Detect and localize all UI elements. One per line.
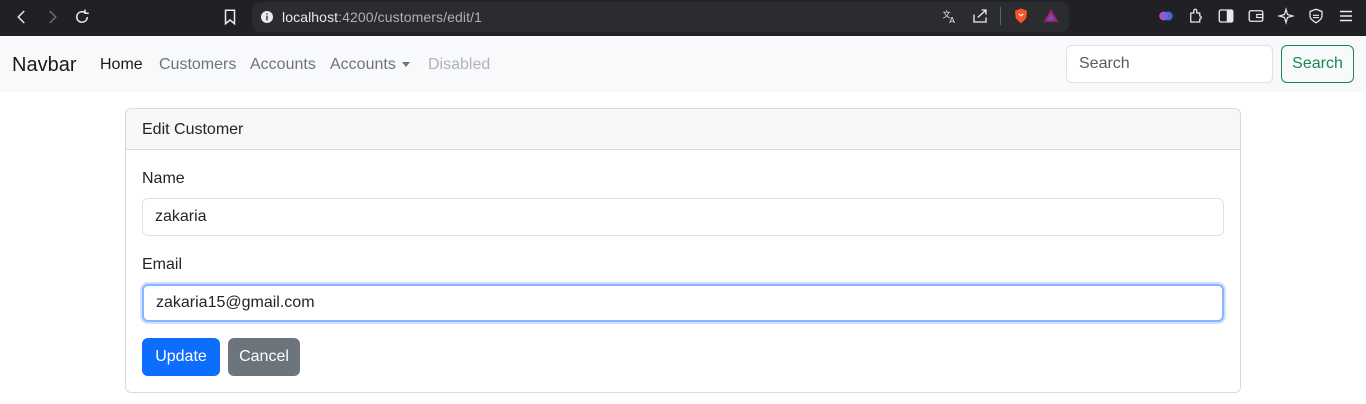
url-path: :4200/customers/edit/1 <box>338 9 482 25</box>
nav-dropdown-accounts[interactable]: Accounts <box>330 56 410 74</box>
cancel-button[interactable]: Cancel <box>228 338 300 376</box>
name-field[interactable] <box>142 198 1224 236</box>
bookmark-button[interactable] <box>220 5 240 29</box>
sparkle-icon[interactable] <box>1276 6 1296 26</box>
nav-link-home[interactable]: Home <box>100 56 143 74</box>
nav-link-customers[interactable]: Customers <box>159 56 236 74</box>
caret-down-icon <box>401 62 410 68</box>
leo-ai-icon[interactable] <box>1156 6 1176 26</box>
rewards-icon[interactable] <box>1041 6 1061 26</box>
nav-link-accounts[interactable]: Accounts <box>250 56 316 74</box>
url-host: localhost <box>282 9 339 25</box>
email-field[interactable] <box>142 284 1224 322</box>
nav-dropdown-label: Accounts <box>330 56 396 73</box>
share-icon[interactable] <box>970 6 990 26</box>
search-input[interactable] <box>1066 45 1273 83</box>
reload-button[interactable] <box>70 5 94 29</box>
site-info-icon[interactable] <box>252 9 282 25</box>
reload-icon <box>76 9 89 23</box>
back-button[interactable] <box>10 5 34 29</box>
nav-link-disabled: Disabled <box>428 56 491 73</box>
forward-button[interactable] <box>40 5 64 29</box>
email-label: Email <box>142 256 183 273</box>
card-header: Edit Customer <box>126 109 1240 150</box>
menu-icon[interactable] <box>1336 6 1356 26</box>
vpn-shield-icon[interactable] <box>1306 6 1326 26</box>
extensions-icon[interactable] <box>1186 6 1206 26</box>
browser-toolbar: localhost:4200/customers/edit/1 文A <box>0 0 1366 36</box>
forward-icon <box>49 10 57 24</box>
name-label: Name <box>142 170 185 187</box>
url-text: localhost:4200/customers/edit/1 <box>282 9 482 25</box>
brave-shield-icon[interactable] <box>1011 6 1031 26</box>
translate-icon[interactable]: 文A <box>940 6 960 26</box>
bookmark-icon <box>224 9 236 26</box>
wallet-icon[interactable] <box>1246 6 1266 26</box>
edit-customer-card: Edit Customer Name Email Update Cancel <box>125 108 1241 393</box>
back-icon <box>17 10 25 24</box>
sidebar-icon[interactable] <box>1216 6 1236 26</box>
address-bar[interactable]: localhost:4200/customers/edit/1 文A <box>252 2 1069 32</box>
svg-text:A: A <box>949 15 955 25</box>
search-button[interactable]: Search <box>1281 45 1354 83</box>
navbar-brand[interactable]: Navbar <box>12 54 76 77</box>
update-button[interactable]: Update <box>142 338 220 376</box>
